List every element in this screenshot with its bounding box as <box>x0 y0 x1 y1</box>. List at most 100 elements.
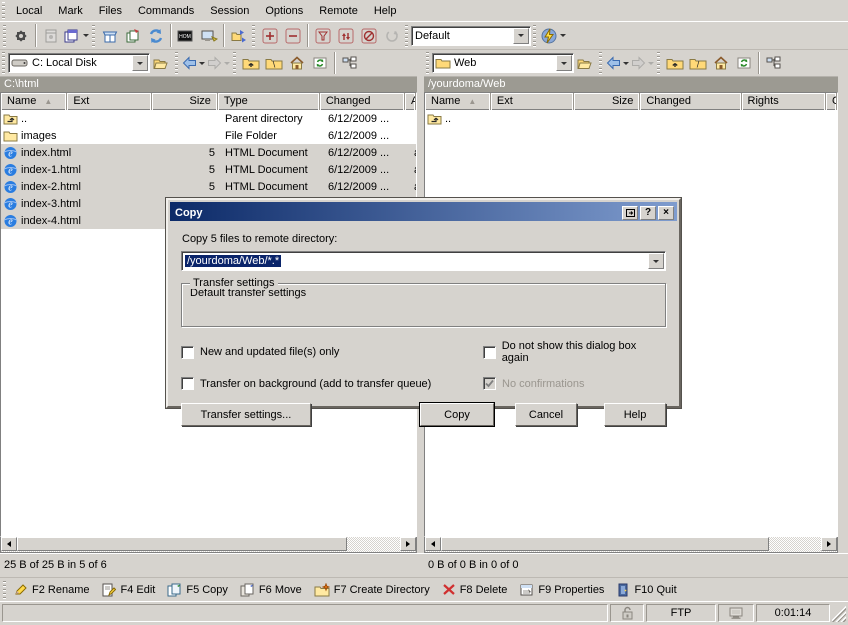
menu-item-session[interactable]: Session <box>202 2 257 20</box>
transfer-on-background-checkbox[interactable]: Transfer on background (add to transfer … <box>181 377 483 390</box>
package-icon[interactable] <box>98 25 121 47</box>
dock-icon[interactable] <box>622 206 638 220</box>
scroll-right-icon[interactable] <box>821 537 837 551</box>
file-row-..[interactable]: .. <box>425 110 837 127</box>
left-back-icon[interactable] <box>181 52 206 74</box>
left-forward-icon[interactable] <box>206 52 231 74</box>
column-header-o[interactable]: O <box>826 93 837 110</box>
transfer-settings-button[interactable]: Transfer settings... <box>181 403 311 426</box>
no-confirmations-checkbox[interactable]: No confirmations <box>483 377 585 390</box>
left-horizontal-scrollbar[interactable] <box>0 537 417 553</box>
fkey-f9-properties[interactable]: F9 Properties <box>515 579 612 601</box>
session-combobox[interactable]: Default <box>411 26 531 46</box>
column-header-changed[interactable]: Changed <box>320 93 405 110</box>
menu-item-mark[interactable]: Mark <box>50 2 90 20</box>
left-root-directory-icon[interactable]: \ <box>262 52 285 74</box>
left-drive-combobox[interactable]: C: Local Disk <box>8 53 150 73</box>
address-book-icon[interactable] <box>39 25 62 47</box>
left-home-directory-icon[interactable] <box>285 52 308 74</box>
do-not-show-again-checkbox[interactable]: Do not show this dialog box again <box>483 340 666 364</box>
console-icon[interactable]: HOM <box>174 25 197 47</box>
column-header-name[interactable]: Name▲ <box>425 93 491 110</box>
file-row-index-1.html[interactable]: eindex-1.html5HTML Document6/12/2009 ...… <box>1 161 416 178</box>
copy-session-icon[interactable] <box>121 25 144 47</box>
scroll-right-icon[interactable] <box>400 537 416 551</box>
copy-button[interactable]: Copy <box>420 403 494 426</box>
right-horizontal-scrollbar[interactable] <box>424 537 838 553</box>
fkey-f7-create-directory[interactable]: F7 Create Directory <box>310 579 438 601</box>
cancel-button[interactable]: Cancel <box>515 403 577 426</box>
right-parent-directory-icon[interactable] <box>663 52 686 74</box>
synchronize-browsing-icon[interactable] <box>227 25 250 47</box>
right-dir-combobox-dropdown[interactable] <box>556 55 572 71</box>
sort-updown-icon[interactable] <box>334 25 357 47</box>
right-home-directory-icon[interactable] <box>709 52 732 74</box>
session-combobox-dropdown[interactable] <box>513 28 529 44</box>
menu-item-help[interactable]: Help <box>366 2 405 20</box>
fkey-f10-quit[interactable]: F10 Quit <box>612 579 684 601</box>
cycle-icon[interactable] <box>380 25 403 47</box>
reload-icon[interactable] <box>144 25 167 47</box>
left-path-bar[interactable]: C:\html <box>0 76 417 92</box>
right-forward-icon[interactable] <box>630 52 655 74</box>
remote-directory-combobox[interactable]: /yourdoma/Web/*.* <box>181 251 666 271</box>
left-scrollbar-thumb[interactable] <box>17 537 347 551</box>
fkey-f2-rename[interactable]: F2 Rename <box>9 579 97 601</box>
fkey-f6-move[interactable]: F6 Move <box>236 579 310 601</box>
left-refresh-icon[interactable] <box>308 52 331 74</box>
toolbar-gripper[interactable] <box>3 24 6 47</box>
scroll-left-icon[interactable] <box>1 537 17 551</box>
scroll-left-icon[interactable] <box>425 537 441 551</box>
menu-item-local[interactable]: Local <box>8 2 50 20</box>
duplicate-session-icon[interactable] <box>62 25 90 47</box>
file-row-..[interactable]: ..Parent directory6/12/2009 ... <box>1 110 416 127</box>
menu-item-options[interactable]: Options <box>257 2 311 20</box>
resize-grip[interactable] <box>832 604 846 622</box>
right-scrollbar-thumb[interactable] <box>441 537 769 551</box>
menu-item-remote[interactable]: Remote <box>311 2 366 20</box>
install-app-icon[interactable] <box>197 25 220 47</box>
column-header-name[interactable]: Name▲ <box>1 93 67 110</box>
select-add-icon[interactable] <box>258 25 281 47</box>
column-header-changed[interactable]: Changed <box>640 93 741 110</box>
column-header-size[interactable]: Size <box>152 93 218 110</box>
menu-item-commands[interactable]: Commands <box>130 2 202 20</box>
copy-dialog-titlebar[interactable]: Copy ? × <box>170 202 677 221</box>
remote-directory-dropdown[interactable] <box>648 253 664 269</box>
left-parent-directory-icon[interactable] <box>239 52 262 74</box>
fkey-f5-copy[interactable]: F5 Copy <box>163 579 236 601</box>
new-and-updated-checkbox[interactable]: New and updated file(s) only <box>181 340 483 364</box>
menu-item-files[interactable]: Files <box>91 2 130 20</box>
left-tree-icon[interactable] <box>338 52 361 74</box>
filter-icon[interactable] <box>311 25 334 47</box>
help-button[interactable]: Help <box>604 403 666 426</box>
right-path-bar[interactable]: /yourdoma/Web <box>424 76 838 92</box>
right-tree-icon[interactable] <box>762 52 785 74</box>
help-icon[interactable]: ? <box>640 206 656 220</box>
right-back-icon[interactable] <box>605 52 630 74</box>
file-row-index.html[interactable]: eindex.html5HTML Document6/12/2009 ...a <box>1 144 416 161</box>
menu-gripper[interactable] <box>2 2 5 19</box>
column-header-size[interactable]: Size <box>574 93 640 110</box>
no-sign-icon[interactable] <box>357 25 380 47</box>
right-dir-combobox[interactable]: Web <box>432 53 574 73</box>
left-open-directory-icon[interactable] <box>150 52 173 74</box>
file-row-images[interactable]: imagesFile Folder6/12/2009 ... <box>1 127 416 144</box>
file-row-index-2.html[interactable]: eindex-2.html5HTML Document6/12/2009 ...… <box>1 178 416 195</box>
column-header-ext[interactable]: Ext <box>491 93 575 110</box>
fkey-f4-edit[interactable]: F4 Edit <box>97 579 163 601</box>
column-header-rights[interactable]: Rights <box>742 93 827 110</box>
right-refresh-icon[interactable] <box>732 52 755 74</box>
connect-lightning-icon[interactable] <box>539 25 567 47</box>
close-icon[interactable]: × <box>658 206 674 220</box>
left-drive-combobox-dropdown[interactable] <box>132 55 148 71</box>
right-open-directory-icon[interactable] <box>574 52 597 74</box>
column-header-ext[interactable]: Ext <box>67 93 151 110</box>
remote-directory-value[interactable]: /yourdoma/Web/*.* <box>185 255 281 267</box>
column-header-a[interactable]: A <box>405 93 416 110</box>
fkey-f8-delete[interactable]: F8 Delete <box>438 579 516 601</box>
select-remove-icon[interactable] <box>281 25 304 47</box>
preferences-gear-icon[interactable] <box>9 25 32 47</box>
column-header-type[interactable]: Type <box>218 93 320 110</box>
right-root-directory-icon[interactable]: / <box>686 52 709 74</box>
